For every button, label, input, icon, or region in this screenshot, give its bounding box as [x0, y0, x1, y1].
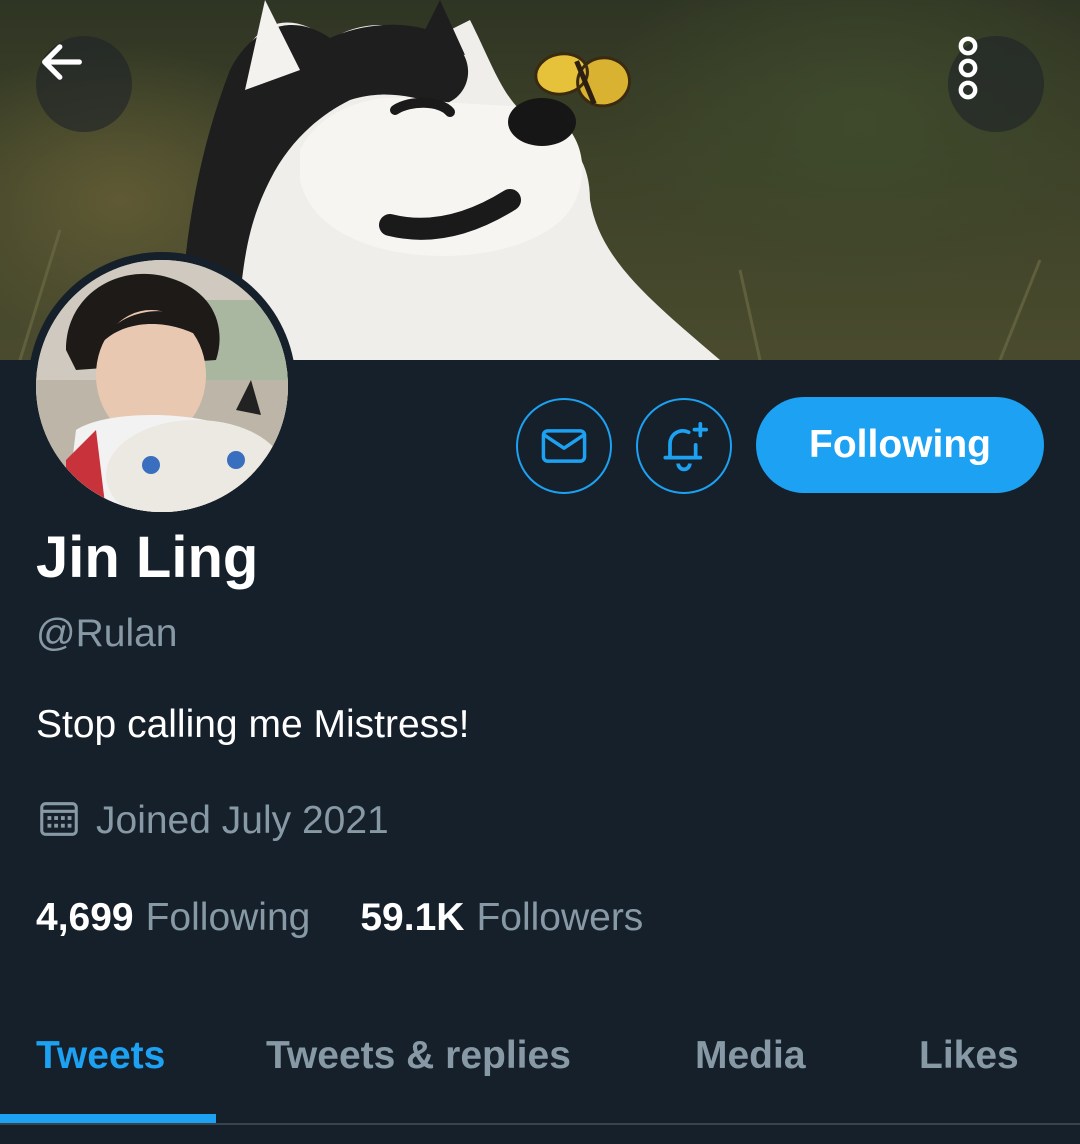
- joined-date: Joined July 2021: [36, 796, 389, 846]
- profile-page: Following Jin Ling @Rulan Stop calling m…: [0, 0, 1080, 1144]
- arrow-left-icon: [42, 44, 82, 80]
- active-tab-indicator: [0, 1114, 216, 1123]
- calendar-icon: [40, 802, 78, 836]
- more-vertical-icon: [958, 36, 978, 100]
- display-name: Jin Ling: [36, 525, 259, 590]
- profile-avatar[interactable]: [28, 252, 296, 520]
- followers-label: Followers: [476, 896, 644, 939]
- tab-likes[interactable]: Likes: [919, 1032, 1019, 1080]
- joined-date-text: Joined July 2021: [96, 799, 389, 842]
- message-button[interactable]: [516, 398, 612, 494]
- more-options-button[interactable]: [948, 36, 1044, 132]
- followers-count: 59.1K: [360, 896, 465, 939]
- bell-plus-icon: [663, 421, 709, 472]
- follow-stats: 4,699 Following 59.1K Followers: [36, 893, 643, 943]
- envelope-icon: [541, 429, 587, 463]
- tab-tweets-replies[interactable]: Tweets & replies: [266, 1032, 571, 1080]
- following-label: Following: [145, 896, 311, 939]
- tabs-divider: [0, 1123, 1080, 1125]
- avatar-photo: [36, 260, 288, 512]
- followers-stat[interactable]: 59.1K Followers: [360, 893, 643, 943]
- notifications-button[interactable]: [636, 398, 732, 494]
- tab-tweets[interactable]: Tweets: [36, 1032, 165, 1080]
- tab-media[interactable]: Media: [695, 1032, 806, 1080]
- back-button[interactable]: [36, 36, 132, 132]
- following-button[interactable]: Following: [756, 397, 1044, 493]
- profile-bio: Stop calling me Mistress!: [36, 703, 470, 746]
- user-handle: @Rulan: [36, 612, 178, 655]
- following-stat[interactable]: 4,699 Following: [36, 893, 310, 943]
- following-count: 4,699: [36, 896, 134, 939]
